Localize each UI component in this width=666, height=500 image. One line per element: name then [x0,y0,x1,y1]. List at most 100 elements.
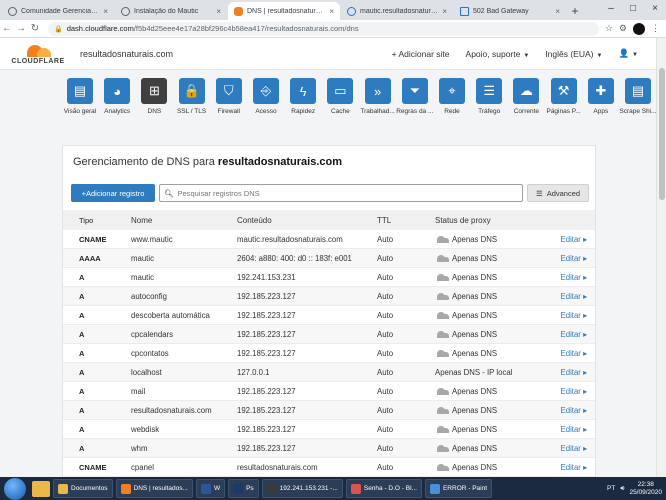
advanced-button[interactable]: ☰ Advanced [527,184,589,202]
edit-record-link[interactable]: Editar ▸ [547,387,593,396]
cloudflare-logo[interactable]: CLOUDFLARE [8,43,68,65]
maximize-icon[interactable]: □ [622,0,644,18]
taskbar-button[interactable]: ERROR - Paint [424,479,493,498]
edit-record-link[interactable]: Editar ▸ [547,349,593,358]
taskbar-button[interactable]: Documentos [53,479,113,498]
taskbar-app-icon [120,483,131,494]
add-site-link[interactable]: + Adicionar site [392,49,450,59]
url-host: dash.cloudflare.com [66,24,134,33]
edit-record-link[interactable]: Editar ▸ [547,235,593,244]
minimize-icon[interactable]: – [600,0,622,18]
language-indicator[interactable]: PT [607,485,615,492]
taskbar-button[interactable]: Ps [228,479,259,498]
menu-icon[interactable]: ⋮ [651,23,660,34]
new-tab-button[interactable]: + [567,2,583,20]
support-menu[interactable]: Apoio, suporte ▼ [466,49,530,59]
record-name: mautic [131,253,154,263]
toolbar-item-page[interactable]: ▤ Scrape Shi... [616,78,660,115]
record-type: CNAME [79,462,107,472]
col-name[interactable]: Nome [115,216,237,225]
record-name: mail [131,386,146,396]
clock[interactable]: 22:38 25/09/2020 [629,481,662,497]
browser-tab-label: Instalação do Mautic [134,7,199,15]
grey-cloud-icon [435,425,449,433]
col-proxy[interactable]: Status de proxy [435,216,547,225]
page-scrollbar[interactable] [656,38,666,477]
taskbar-app-icon [58,483,68,494]
edit-label: Editar [560,424,581,434]
proxy-status-label: Apenas DNS [452,462,498,472]
edit-record-link[interactable]: Editar ▸ [547,330,593,339]
scrollbar-thumb[interactable] [659,68,665,200]
close-icon[interactable]: × [103,7,108,16]
server-icon: ▭ [327,78,354,104]
taskbar-button[interactable]: 192.241.153.231 -... [261,479,343,498]
record-ttl: Auto [377,291,394,301]
close-icon[interactable]: × [216,7,221,16]
close-icon[interactable]: × [555,7,560,16]
edit-record-link[interactable]: Editar ▸ [547,463,593,472]
browser-tab[interactable]: Instalação do Mautic × [115,2,227,20]
caret-right-icon: ▸ [580,329,587,339]
proxy-status-label: Apenas DNS [452,310,498,320]
edit-label: Editar [560,405,581,415]
dns-search-box[interactable]: 🔍︎ [159,184,523,202]
edit-record-link[interactable]: Editar ▸ [547,444,593,453]
user-menu[interactable]: 👤 ▼ [618,48,638,59]
edit-record-link[interactable]: Editar ▸ [547,254,593,263]
browser-tab[interactable]: DNS | resultadosnaturais.co × [228,2,340,20]
star-icon[interactable]: ☆ [605,23,613,34]
current-domain[interactable]: resultadosnaturais.com [80,49,173,59]
pie-chart-icon: ◕ [104,78,131,104]
start-button[interactable] [4,477,26,500]
explorer-icon[interactable] [32,480,50,497]
table-row: CNAME www.mautic mautic.resultadosnaturais… [63,230,595,249]
document-icon [460,6,469,16]
edit-record-link[interactable]: Editar ▸ [547,425,593,434]
search-input[interactable] [177,188,498,198]
browser-tab[interactable]: 502 Bad Gateway × [454,2,566,20]
taskbar-button[interactable]: W [195,479,226,498]
record-name: cpcontatos [131,348,169,358]
proxy-status-label: Apenas DNS [452,329,498,339]
edit-record-link[interactable]: Editar ▸ [547,273,593,282]
taskbar-button[interactable]: DNS | resultados... [115,479,193,498]
extension-icon[interactable]: ⚙ [619,23,627,34]
edit-record-link[interactable]: Editar ▸ [547,292,593,301]
browser-tab[interactable]: mautic.resultadosnaturais.co × [341,2,453,20]
close-icon[interactable]: × [442,7,447,16]
edit-record-link[interactable]: Editar ▸ [547,406,593,415]
taskbar-button[interactable]: Senha - D.O - Bl... [345,479,422,498]
back-icon[interactable]: ← [0,23,14,34]
reload-icon[interactable]: ↻ [28,23,42,34]
chevron-down-icon: ▼ [523,52,530,59]
record-name: www.mautic [131,234,173,244]
browser-tab[interactable]: Comunidade Gerenciando W× [2,2,114,20]
chevron-down-icon: ▼ [632,52,638,58]
record-proxy-status: Apenas DNS [435,292,547,301]
close-window-icon[interactable]: × [644,0,666,18]
col-ttl[interactable]: TTL [377,216,435,225]
browser-address-bar: ← → ↻ 🔒 dash.cloudflare.com/f5b4d25eee4e… [0,20,666,38]
col-content[interactable]: Conteúdo [237,216,377,225]
lock-icon: 🔒 [178,78,205,104]
col-type[interactable]: Tipo [63,216,115,225]
profile-avatar[interactable] [633,22,645,35]
volume-icon[interactable]: 🔊︎ [620,485,624,493]
app-toolbar: ▤ Visão geral ◕ Analytics ⊞ DNS 🔒 SSL / TLS ⛉ Fir… [0,70,657,126]
url-field[interactable]: 🔒 dash.cloudflare.com/f5b4d25eee4e17a28b… [48,21,599,36]
plus-icon: ✚ [587,78,614,104]
forward-icon[interactable]: → [14,23,28,34]
caret-right-icon: ▸ [580,405,587,415]
dns-management-card: Gerenciamento de DNS para resultadosnatu… [62,145,596,485]
close-icon[interactable]: × [329,7,334,16]
edit-record-link[interactable]: Editar ▸ [547,368,593,377]
language-menu[interactable]: Inglês (EUA) ▼ [545,49,602,59]
add-record-button[interactable]: +Adicionar registro [71,184,155,202]
record-content: 192.185.223.127 [237,443,296,453]
list-icon: ☰ [476,78,503,104]
record-type: A [79,310,85,320]
edit-record-link[interactable]: Editar ▸ [547,311,593,320]
taskbar-app-icon [200,483,211,494]
record-type: A [79,291,85,301]
